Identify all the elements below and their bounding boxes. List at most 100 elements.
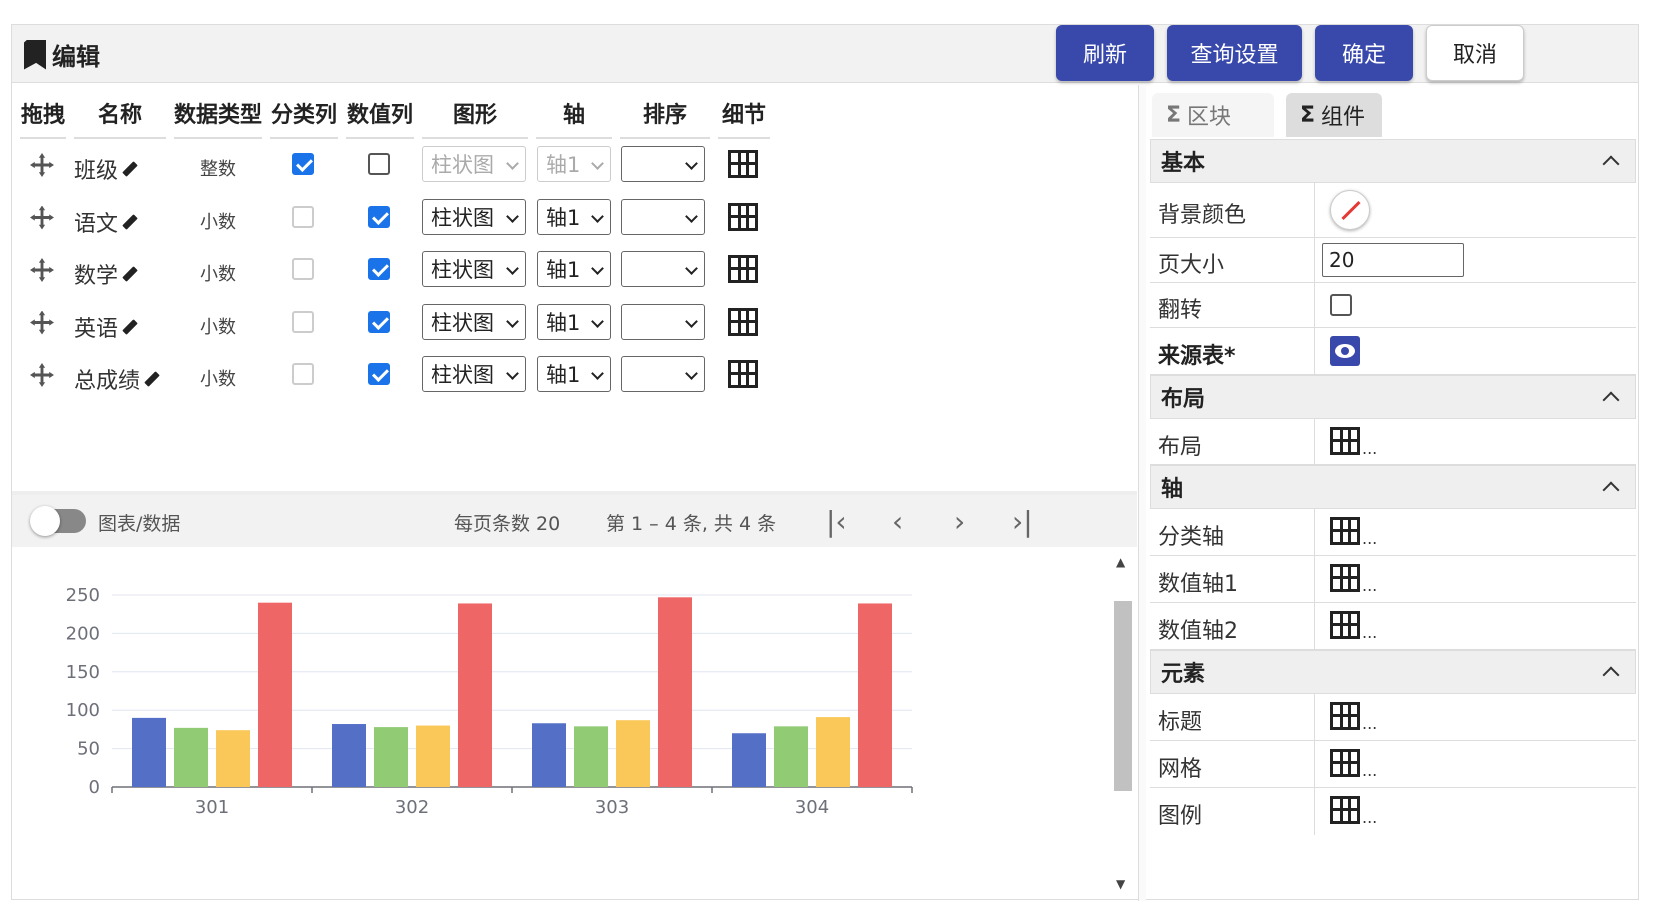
no-color-icon[interactable]	[1330, 190, 1370, 230]
cancel-button[interactable]: 取消	[1426, 25, 1524, 81]
sort-select[interactable]	[621, 198, 705, 235]
drag-handle[interactable]	[24, 147, 60, 183]
shape-dropdown[interactable]: 柱状图	[422, 146, 526, 182]
page-size-label[interactable]: 每页条数 20	[454, 509, 560, 536]
drag-handle[interactable]	[24, 200, 60, 236]
section-elements[interactable]: 元素	[1150, 650, 1636, 694]
section-axis[interactable]: 轴	[1150, 465, 1636, 509]
pencil-icon[interactable]	[122, 318, 138, 335]
panel-divider[interactable]	[1138, 85, 1146, 901]
axis-dropdown[interactable]: 轴1	[537, 251, 611, 287]
detail-button[interactable]	[728, 255, 758, 283]
sort-dropdown[interactable]	[621, 303, 705, 340]
detail-button[interactable]	[728, 150, 758, 178]
sort-select[interactable]	[621, 251, 705, 287]
ok-button[interactable]: 确定	[1315, 25, 1413, 81]
checkbox[interactable]	[368, 205, 390, 228]
shape-dropdown[interactable]: 柱状图	[422, 198, 526, 235]
tab-components[interactable]: Σ 组件	[1286, 93, 1382, 137]
flip-checkbox[interactable]	[1330, 294, 1352, 316]
field-name[interactable]: 英语	[74, 311, 138, 343]
sort-dropdown[interactable]	[621, 356, 705, 392]
prev-page-icon[interactable]: ‹	[892, 505, 903, 538]
checkbox[interactable]	[368, 153, 390, 175]
sort-select[interactable]	[621, 303, 705, 340]
sort-select[interactable]	[621, 356, 705, 392]
scroll-down-icon[interactable]: ▼	[1116, 877, 1125, 891]
field-name[interactable]: 语文	[74, 206, 138, 238]
chart-data-toggle[interactable]	[30, 506, 86, 536]
category-checkbox[interactable]	[292, 310, 314, 333]
sort-dropdown[interactable]	[621, 198, 705, 235]
pencil-icon[interactable]	[144, 371, 160, 387]
shape-select[interactable]: 柱状图	[422, 303, 526, 340]
shape-dropdown[interactable]: 柱状图	[422, 356, 526, 392]
pencil-icon[interactable]	[122, 266, 138, 282]
axis-dropdown[interactable]: 轴1	[537, 198, 611, 235]
grid-icon[interactable]	[1330, 517, 1360, 545]
checkbox[interactable]	[292, 153, 314, 175]
grid-icon[interactable]	[1330, 702, 1360, 730]
checkbox[interactable]	[292, 258, 314, 280]
next-page-icon[interactable]: ›	[954, 505, 965, 538]
sort-select[interactable]	[621, 146, 705, 182]
field-name[interactable]: 数学	[74, 258, 138, 290]
checkbox[interactable]	[368, 310, 390, 333]
detail-button[interactable]	[728, 307, 758, 336]
field-name[interactable]: 班级	[74, 153, 138, 185]
grid-icon[interactable]	[1330, 796, 1360, 824]
section-basic[interactable]: 基本	[1150, 139, 1636, 183]
category-checkbox[interactable]	[292, 363, 314, 385]
drag-handle[interactable]	[24, 305, 60, 341]
grid-icon[interactable]	[1330, 427, 1360, 455]
checkbox[interactable]	[368, 258, 390, 280]
detail-button[interactable]	[728, 202, 758, 231]
checkbox[interactable]	[368, 363, 390, 385]
value-checkbox[interactable]	[368, 205, 390, 228]
axis-select[interactable]: 轴1	[537, 303, 611, 340]
value-checkbox[interactable]	[368, 153, 390, 175]
axis-dropdown[interactable]: 轴1	[537, 356, 611, 392]
checkbox[interactable]	[292, 205, 314, 228]
page-size-input[interactable]: 20	[1322, 243, 1464, 277]
drag-handle[interactable]	[24, 357, 60, 393]
axis-select[interactable]: 轴1	[537, 198, 611, 235]
grid-icon[interactable]	[1330, 564, 1360, 592]
drag-handle[interactable]	[24, 252, 60, 288]
detail-button[interactable]	[728, 360, 758, 388]
axis-select[interactable]: 轴1	[537, 146, 611, 182]
chart-scrollbar[interactable]: ▲ ▼	[1112, 551, 1132, 899]
value-checkbox[interactable]	[368, 258, 390, 280]
checkbox[interactable]	[292, 363, 314, 385]
grid-icon[interactable]	[1330, 611, 1360, 639]
query-settings-button[interactable]: 查询设置	[1167, 25, 1302, 81]
shape-select[interactable]: 柱状图	[422, 198, 526, 235]
category-checkbox[interactable]	[292, 153, 314, 175]
field-name[interactable]: 总成绩	[74, 363, 160, 395]
pencil-icon[interactable]	[122, 161, 138, 177]
value-checkbox[interactable]	[368, 310, 390, 333]
grid-icon[interactable]	[1330, 749, 1360, 777]
section-layout[interactable]: 布局	[1150, 375, 1636, 419]
tab-blocks[interactable]: Σ 区块	[1152, 93, 1274, 137]
value-checkbox[interactable]	[368, 363, 390, 385]
scroll-up-icon[interactable]: ▲	[1116, 555, 1125, 569]
category-checkbox[interactable]	[292, 258, 314, 280]
shape-dropdown[interactable]: 柱状图	[422, 251, 526, 287]
axis-select[interactable]: 轴1	[537, 356, 611, 392]
last-page-icon[interactable]: ›|	[1012, 505, 1033, 538]
category-checkbox[interactable]	[292, 205, 314, 228]
shape-select[interactable]: 柱状图	[422, 356, 526, 392]
axis-dropdown[interactable]: 轴1	[537, 146, 611, 182]
eye-icon[interactable]	[1330, 336, 1360, 366]
refresh-button[interactable]: 刷新	[1056, 25, 1154, 81]
pencil-icon[interactable]	[122, 213, 138, 230]
sort-dropdown[interactable]	[621, 251, 705, 287]
shape-select[interactable]: 柱状图	[422, 251, 526, 287]
sort-dropdown[interactable]	[621, 146, 705, 182]
scrollbar-thumb[interactable]	[1114, 601, 1132, 791]
shape-dropdown[interactable]: 柱状图	[422, 303, 526, 340]
checkbox[interactable]	[292, 310, 314, 333]
axis-select[interactable]: 轴1	[537, 251, 611, 287]
first-page-icon[interactable]: |‹	[826, 505, 847, 538]
